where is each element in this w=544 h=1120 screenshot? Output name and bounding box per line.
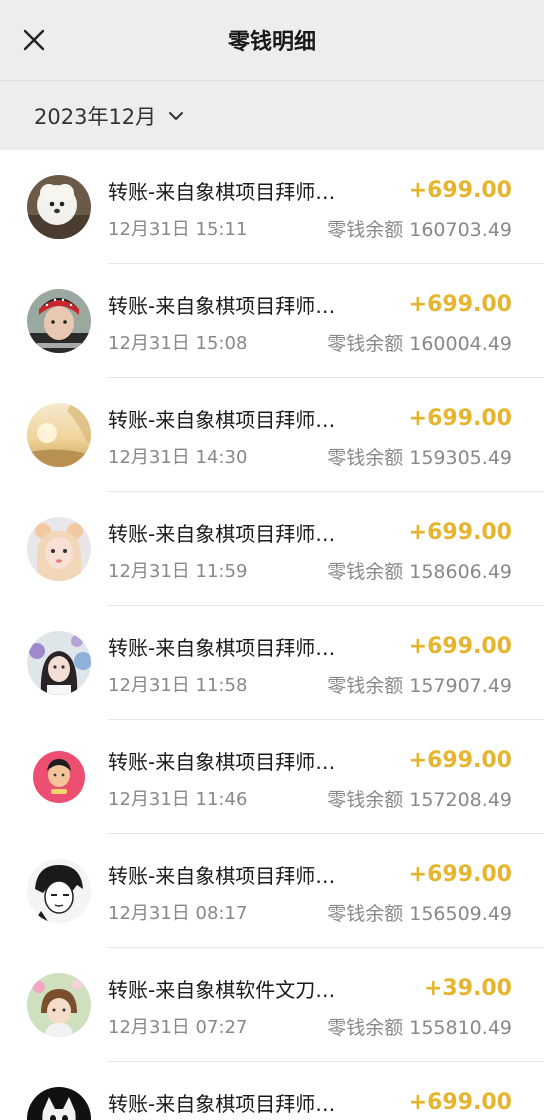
transaction-time: 12月31日 11:46 [108,789,248,810]
avatar-white-puppy [27,175,91,239]
balance-after: 零钱余额 157208.49 [327,788,512,811]
transaction-amount: +699.00 [408,861,512,887]
transaction-description: 转账-来自象棋项目拜师… [108,863,336,888]
chevron-down-icon [168,111,184,121]
balance-after: 零钱余额 155810.49 [327,1016,512,1039]
balance-after: 零钱余额 160004.49 [327,332,512,355]
transaction-row[interactable]: 转账-来自象棋项目拜师… +699.00 12月31日 14:30 零钱余额 1… [0,378,544,492]
transaction-description: 转账-来自象棋项目拜师… [108,521,336,546]
transaction-amount: +699.00 [408,177,512,203]
transaction-amount: +39.00 [423,975,512,1001]
transaction-time: 12月31日 07:27 [108,1017,248,1038]
top-bar: 零钱明细 [0,0,544,80]
transaction-list: 转账-来自象棋项目拜师… +699.00 12月31日 15:11 零钱余额 1… [0,150,544,1120]
avatar-anime-sketch [27,859,91,923]
transaction-description: 转账-来自象棋软件文刀… [108,977,336,1002]
transaction-amount: +699.00 [408,1089,512,1115]
transaction-row[interactable]: 转账-来自象棋项目拜师… +699.00 12月31日 15:08 零钱余额 1… [0,264,544,378]
transaction-time: 12月31日 11:58 [108,675,248,696]
avatar-girl-bear-ears [27,517,91,581]
transaction-time: 12月31日 14:30 [108,447,248,468]
transaction-row[interactable]: 转账-来自象棋项目拜师… +699.00 12月31日 11:58 零钱余额 1… [0,606,544,720]
avatar-child-flowers [27,973,91,1037]
transaction-row[interactable]: 转账-来自象棋项目拜师… +699.00 12月31日 11:46 零钱余额 1… [0,720,544,834]
avatar-cartoon-pink [27,745,91,809]
balance-after: 零钱余额 158606.49 [327,560,512,583]
transaction-row[interactable]: 转账-来自象棋项目拜师… +699.00 [0,1062,544,1120]
transaction-time: 12月31日 08:17 [108,903,248,924]
transaction-amount: +699.00 [408,291,512,317]
transaction-amount: +699.00 [408,633,512,659]
transaction-row[interactable]: 转账-来自象棋项目拜师… +699.00 12月31日 15:11 零钱余额 1… [0,150,544,264]
avatar-girl-flowers [27,631,91,695]
transaction-amount: +699.00 [408,747,512,773]
transaction-description: 转账-来自象棋项目拜师… [108,293,336,318]
balance-after: 零钱余额 157907.49 [327,674,512,697]
transaction-description: 转账-来自象棋项目拜师… [108,179,336,204]
month-label: 2023年12月 [34,104,157,129]
avatar-black-white-cat [27,1087,91,1120]
transaction-amount: +699.00 [408,519,512,545]
close-icon [23,29,45,51]
month-filter-bar: 2023年12月 [0,80,544,150]
transaction-amount: +699.00 [408,405,512,431]
avatar-boy-red-headband [27,289,91,353]
transaction-description: 转账-来自象棋项目拜师… [108,635,336,660]
transaction-time: 12月31日 15:11 [108,219,248,240]
transaction-time: 12月31日 15:08 [108,333,248,354]
month-selector[interactable]: 2023年12月 [34,101,184,131]
close-button[interactable] [16,22,52,58]
transaction-description: 转账-来自象棋项目拜师… [108,749,336,774]
page-title: 零钱明细 [227,30,316,55]
transaction-description: 转账-来自象棋项目拜师… [108,407,336,432]
transaction-row[interactable]: 转账-来自象棋项目拜师… +699.00 12月31日 08:17 零钱余额 1… [0,834,544,948]
balance-after: 零钱余额 159305.49 [327,446,512,469]
transaction-time: 12月31日 11:59 [108,561,248,582]
balance-after: 零钱余额 160703.49 [327,218,512,241]
avatar-sunset-landscape [27,403,91,467]
transaction-row[interactable]: 转账-来自象棋项目拜师… +699.00 12月31日 11:59 零钱余额 1… [0,492,544,606]
balance-after: 零钱余额 156509.49 [327,902,512,925]
transaction-row[interactable]: 转账-来自象棋软件文刀… +39.00 12月31日 07:27 零钱余额 15… [0,948,544,1062]
transaction-description: 转账-来自象棋项目拜师… [108,1091,336,1116]
